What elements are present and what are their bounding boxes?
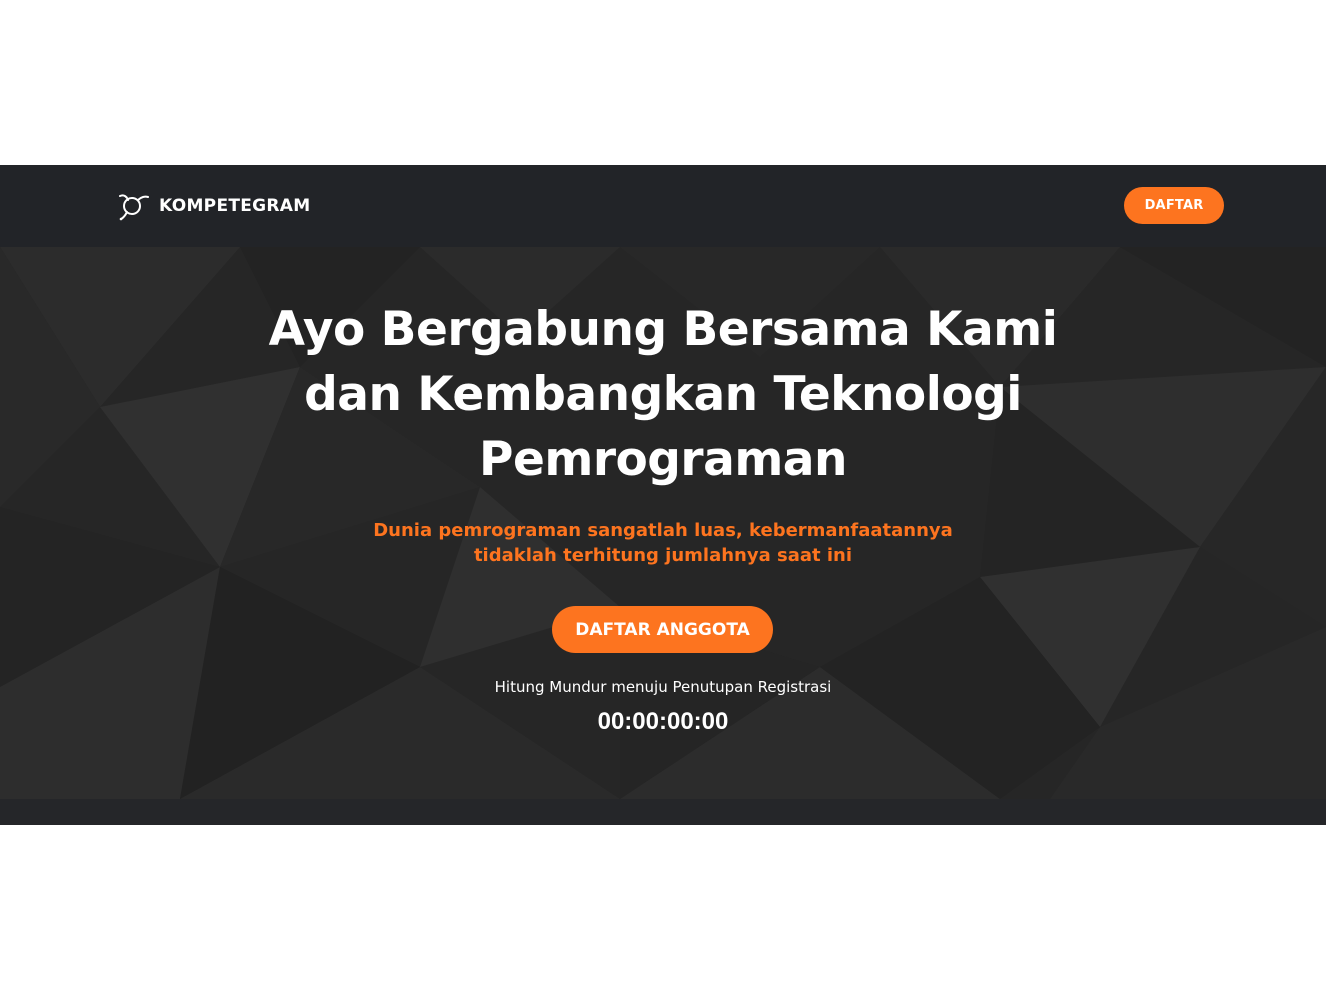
- hero-content: Ayo Bergabung Bersama Kami dan Kembangka…: [0, 247, 1326, 799]
- hero-subtitle-line: tidaklah terhitung jumlahnya saat ini: [473, 545, 853, 566]
- brand[interactable]: KOMPETEGRAM: [118, 191, 310, 221]
- navbar: KOMPETEGRAM DAFTAR: [0, 165, 1326, 247]
- hero-headline-line: dan Kembangkan Teknologi: [304, 367, 1022, 422]
- countdown-label: Hitung Mundur menuju Penutupan Registras…: [494, 678, 832, 696]
- orbit-logo-icon: [119, 194, 149, 221]
- hero-subtitle-line: Dunia pemrograman sangatlah luas, keberm…: [373, 520, 953, 541]
- hero-headline-line: Pemrograman: [479, 432, 847, 487]
- hero-bottom-strip: [0, 799, 1326, 825]
- join-member-button[interactable]: DAFTAR ANGGOTA: [552, 606, 773, 653]
- hero-section: Ayo Bergabung Bersama Kami dan Kembangka…: [0, 247, 1326, 799]
- brand-name: KOMPETEGRAM: [159, 196, 311, 216]
- landing-page: KOMPETEGRAM DAFTAR Ayo Bergabung Bersama…: [0, 165, 1326, 825]
- hero-subtitle: Dunia pemrograman sangatlah luas, keberm…: [363, 518, 963, 568]
- countdown-timer: 00:00:00:00: [597, 708, 729, 735]
- hero-headline: Ayo Bergabung Bersama Kami dan Kembangka…: [213, 297, 1113, 492]
- register-button[interactable]: DAFTAR: [1124, 187, 1224, 224]
- hero-headline-line: Ayo Bergabung Bersama Kami: [268, 302, 1058, 357]
